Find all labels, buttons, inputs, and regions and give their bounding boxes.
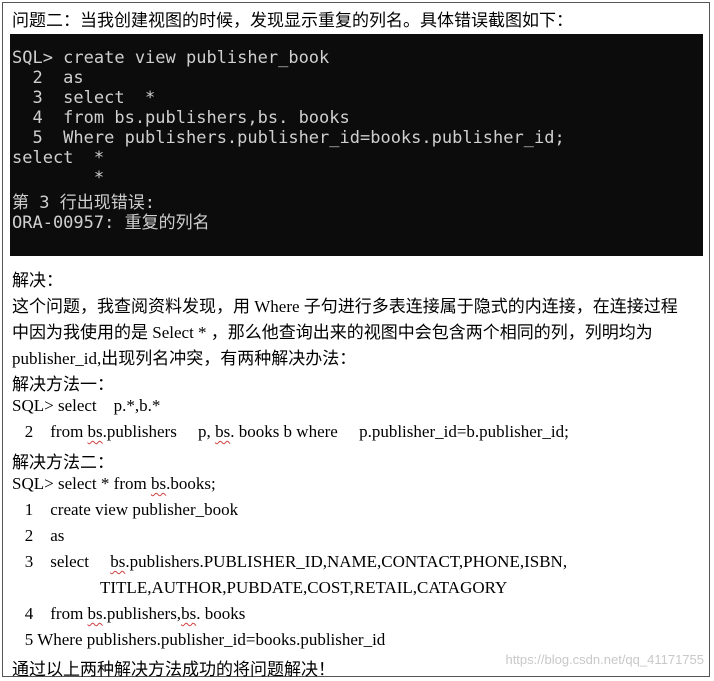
method2-code-line: 4 from bs.publishers,bs. books — [12, 604, 246, 623]
explanation-line: publisher_id,出现列名冲突，有两种解决办法： — [12, 349, 357, 368]
method2-title: 解决方法二： — [12, 453, 114, 472]
method2-code-line: TITLE,AUTHOR,PUBDATE,COST,RETAIL,CATAGOR… — [100, 578, 508, 597]
terminal-line: * — [12, 168, 105, 188]
conclusion-text: 通过以上两种解决方法成功的将问题解决！ — [12, 660, 335, 679]
method2-code-line: 1 create view publisher_book — [12, 500, 239, 519]
explanation-line: 这个问题，我查阅资料发现，用 Where 子句进行多表连接属于隐式的内连接，在连… — [12, 297, 678, 316]
terminal-line: select * — [12, 148, 105, 168]
terminal-line: 5 Where publishers.publisher_id=books.pu… — [12, 128, 565, 148]
terminal-line: 4 from bs.publishers,bs. books — [12, 108, 350, 128]
terminal-screenshot: SQL> create view publisher_book 2 as 3 s… — [10, 34, 703, 256]
method2-code-line: SQL> select * from bs.books; — [12, 474, 216, 493]
method2-code-line: 3 select bs.publishers.PUBLISHER_ID,NAME… — [12, 552, 568, 571]
method1-code-line: 2 from bs.publishers p, bs. books b wher… — [12, 422, 569, 441]
method2-code-line: 2 as — [12, 526, 65, 545]
terminal-line: SQL> create view publisher_book — [12, 48, 330, 68]
terminal-line: 2 as — [12, 68, 84, 88]
method1-code-line: SQL> select p.*,b.* — [12, 396, 161, 415]
terminal-line: 3 select * — [12, 88, 156, 108]
solution-label: 解决： — [12, 271, 63, 290]
method2-code-line: 5 Where publishers.publisher_id=books.pu… — [12, 630, 386, 649]
explanation-line: 中因为我使用的是 Select * ，那么他查询出来的视图中会包含两个相同的列，… — [12, 323, 653, 342]
method1-title: 解决方法一： — [12, 375, 114, 394]
terminal-error-code: ORA-00957: 重复的列名 — [12, 213, 210, 233]
question-heading: 问题二：当我创建视图的时候，发现显示重复的列名。具体错误截图如下： — [12, 11, 573, 30]
watermark: https://blog.csdn.net/qq_41171755 — [505, 652, 704, 667]
